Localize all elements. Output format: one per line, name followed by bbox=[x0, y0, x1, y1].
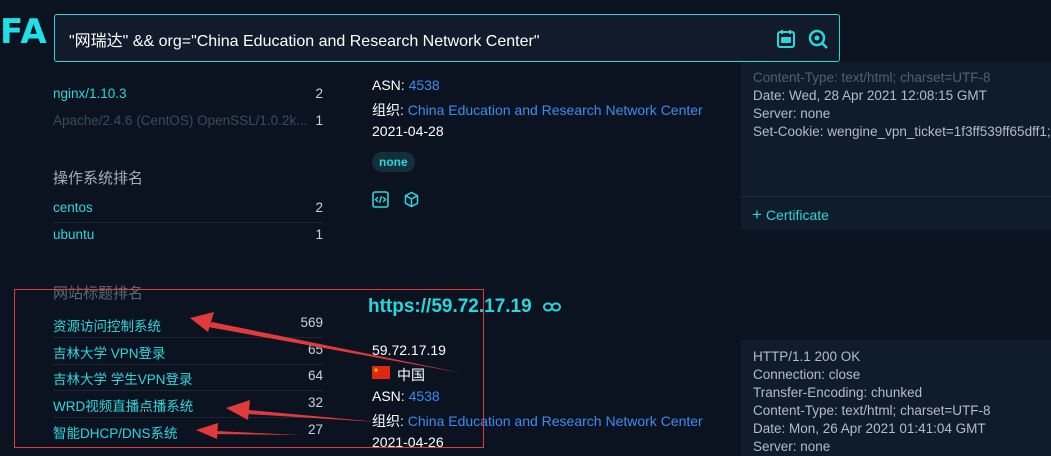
header-line: Date: Mon, 26 Apr 2021 01:41:04 GMT bbox=[753, 421, 986, 436]
asn-link[interactable]: 4538 bbox=[409, 77, 440, 93]
export-icon[interactable] bbox=[775, 28, 797, 50]
fofa-logo[interactable]: FA bbox=[0, 12, 48, 52]
server-name[interactable]: Apache/2.4.6 (CentOS) OpenSSL/1.0.2k... bbox=[53, 113, 307, 128]
plus-icon: + bbox=[752, 205, 762, 224]
server-rank-item[interactable]: Apache/2.4.6 (CentOS) OpenSSL/1.0.2k... … bbox=[53, 113, 323, 133]
header-line: Set-Cookie: wengine_vpn_ticket=1f3ff539f… bbox=[753, 124, 1051, 139]
os-count: 1 bbox=[315, 227, 323, 242]
asn-row: ASN: 4538 bbox=[372, 77, 440, 93]
asn-label: ASN: bbox=[372, 77, 405, 93]
header-line: Connection: close bbox=[753, 367, 861, 382]
header-line: Server: none bbox=[753, 106, 831, 121]
date: 2021-04-28 bbox=[372, 123, 444, 139]
os-rank-title: 操作系统排名 bbox=[53, 170, 144, 187]
divider bbox=[741, 196, 1051, 197]
server-rank-item[interactable]: nginx/1.10.3 2 bbox=[53, 86, 323, 106]
os-rank-item[interactable]: ubuntu 1 bbox=[53, 227, 323, 247]
org-link[interactable]: China Education and Research Network Cen… bbox=[408, 102, 703, 118]
header-line: Date: Wed, 28 Apr 2021 12:08:15 GMT bbox=[753, 88, 987, 103]
search-input[interactable] bbox=[69, 25, 759, 53]
server-count: 1 bbox=[315, 113, 323, 128]
header-line: Transfer-Encoding: chunked bbox=[753, 385, 923, 400]
os-name[interactable]: centos bbox=[53, 200, 93, 215]
divider bbox=[53, 222, 323, 223]
os-name[interactable]: ubuntu bbox=[53, 227, 94, 242]
header-line: Content-Type: text/html; charset=UTF-8 bbox=[753, 70, 991, 85]
os-count: 2 bbox=[315, 200, 323, 215]
os-rank-item[interactable]: centos 2 bbox=[53, 200, 323, 220]
server-name[interactable]: nginx/1.10.3 bbox=[53, 86, 127, 101]
header-line: Server: none bbox=[753, 439, 831, 454]
link-icon[interactable] bbox=[542, 302, 561, 312]
org-label: 组织: bbox=[372, 102, 404, 118]
server-count: 2 bbox=[315, 86, 323, 101]
cube-icon[interactable] bbox=[403, 191, 420, 208]
code-icon[interactable] bbox=[372, 191, 389, 208]
org-row: 组织: China Education and Research Network… bbox=[372, 100, 703, 120]
server-badge[interactable]: none bbox=[372, 152, 415, 172]
header-line: HTTP/1.1 200 OK bbox=[753, 349, 861, 364]
certificate-toggle[interactable]: + Certificate bbox=[752, 205, 829, 225]
annotation-box bbox=[14, 289, 484, 448]
certificate-label: Certificate bbox=[765, 207, 829, 223]
search-bar[interactable] bbox=[54, 14, 840, 62]
search-icon[interactable] bbox=[807, 28, 829, 50]
header-line: Content-Type: text/html; charset=UTF-8 bbox=[753, 403, 991, 418]
